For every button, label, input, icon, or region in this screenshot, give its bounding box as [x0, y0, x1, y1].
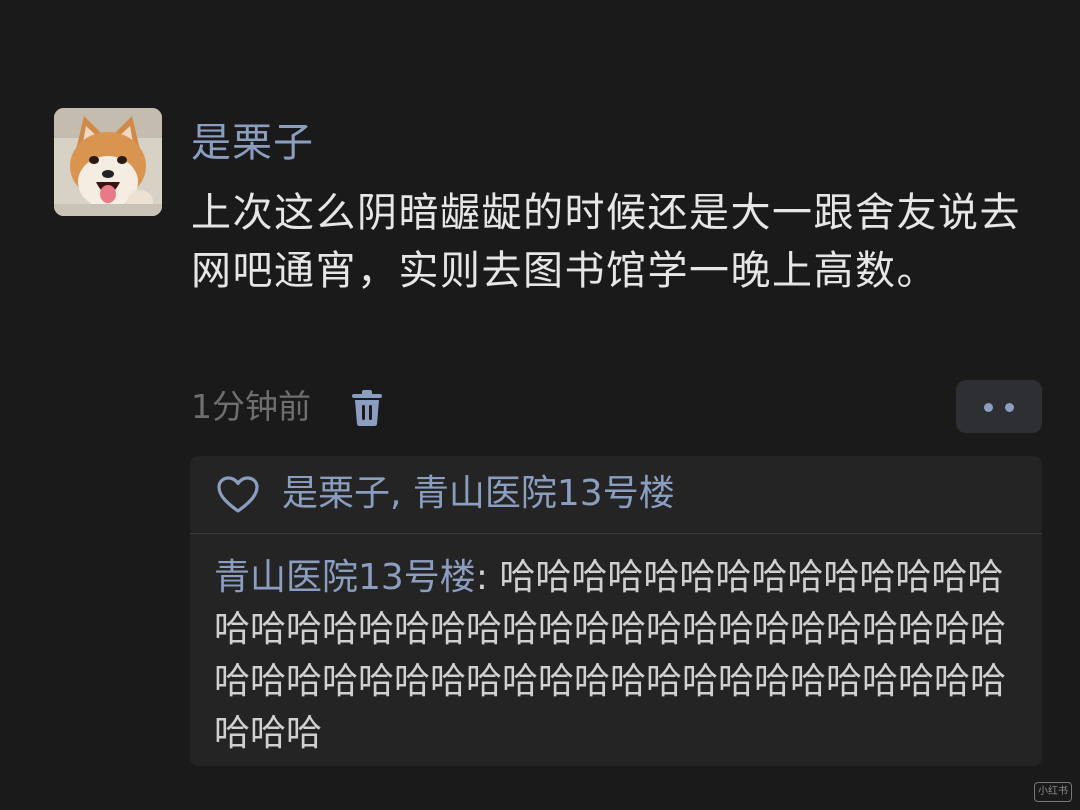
- post-timestamp: 1分钟前: [191, 387, 311, 426]
- shiba-dog-avatar-image: [54, 108, 162, 216]
- heart-outline-icon[interactable]: [216, 475, 260, 515]
- likes-comments-panel: 是栗子, 青山医院13号楼 青山医院13号楼: 哈哈哈哈哈哈哈哈哈哈哈哈哈哈哈哈…: [190, 456, 1042, 766]
- avatar[interactable]: [54, 108, 162, 216]
- more-dots-icon: [1005, 403, 1014, 412]
- comment-author[interactable]: 青山医院13号楼: [214, 557, 476, 598]
- post-username[interactable]: 是栗子: [191, 116, 314, 170]
- post-text: 上次这么阴暗龌龊的时候还是大一跟舍友说去网吧通宵，实则去图书馆学一晚上高数。: [191, 190, 1021, 294]
- likers-list[interactable]: 是栗子, 青山医院13号楼: [282, 470, 675, 518]
- watermark-logo: 小红书: [1034, 782, 1072, 802]
- comment-item: 青山医院13号楼: 哈哈哈哈哈哈哈哈哈哈哈哈哈哈哈哈哈哈哈哈哈哈哈哈哈哈哈哈哈哈…: [214, 552, 1036, 760]
- delete-button[interactable]: [348, 388, 386, 428]
- comment-separator: :: [475, 557, 500, 598]
- likes-row: 是栗子, 青山医院13号楼: [190, 456, 1042, 534]
- more-dots-icon: [984, 403, 993, 412]
- more-options-button[interactable]: [956, 380, 1042, 433]
- trash-icon: [352, 390, 382, 426]
